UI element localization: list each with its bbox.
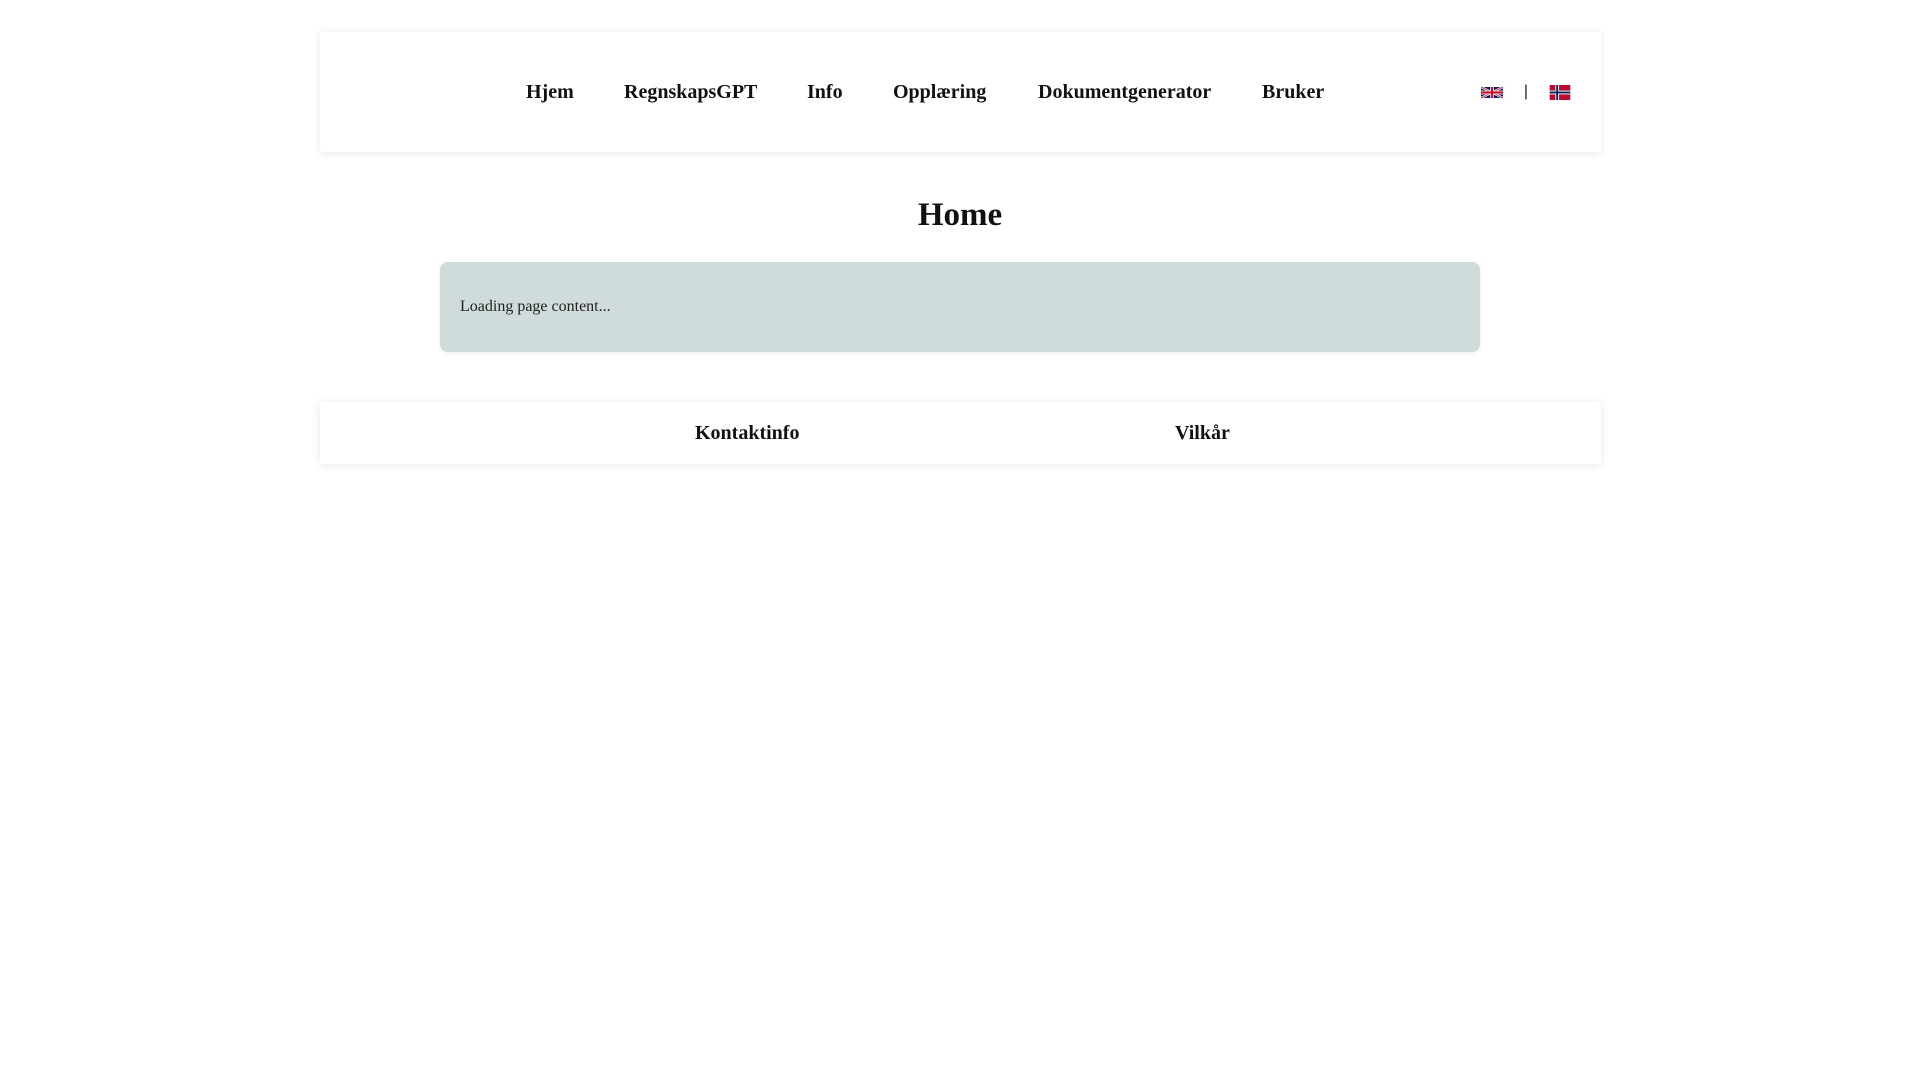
language-switcher: | — [1480, 32, 1571, 152]
loading-status-box: Loading page content... — [440, 262, 1480, 352]
loading-status-text: Loading page content... — [460, 298, 611, 315]
norway-flag-icon[interactable] — [1549, 84, 1571, 100]
page: Hjem RegnskapsGPT Info Opplæring Dokumen… — [0, 0, 1920, 1080]
nav-item-dokumentgenerator[interactable]: Dokumentgenerator — [1038, 32, 1211, 152]
top-navigation-bar: Hjem RegnskapsGPT Info Opplæring Dokumen… — [320, 32, 1601, 152]
nav-item-info[interactable]: Info — [807, 32, 843, 152]
main-nav: Hjem RegnskapsGPT Info Opplæring Dokumen… — [320, 32, 1601, 152]
nav-item-regnskapsgpt[interactable]: RegnskapsGPT — [624, 32, 757, 152]
uk-flag-icon[interactable] — [1480, 85, 1503, 100]
footer-link-vilkar[interactable]: Vilkår — [1175, 402, 1230, 464]
language-separator: | — [1523, 83, 1528, 100]
footer-link-kontaktinfo[interactable]: Kontaktinfo — [695, 402, 799, 464]
nav-item-opplaering[interactable]: Opplæring — [893, 32, 986, 152]
page-title: Home — [917, 197, 1003, 233]
nav-item-hjem[interactable]: Hjem — [526, 32, 574, 152]
nav-item-bruker[interactable]: Bruker — [1262, 32, 1324, 152]
footer-bar: Kontaktinfo Vilkår — [320, 402, 1601, 464]
